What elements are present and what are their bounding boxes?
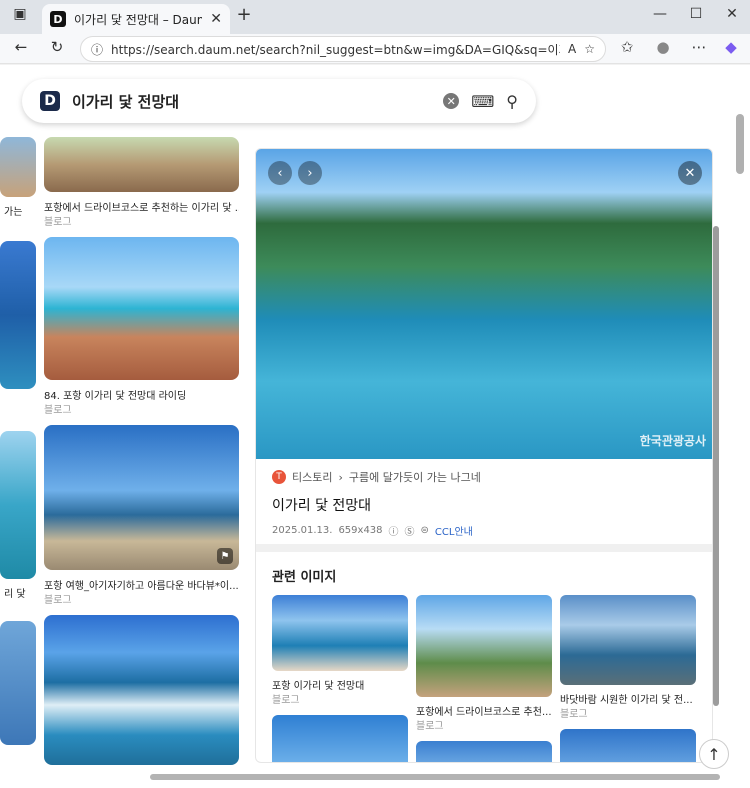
related-thumb[interactable] <box>560 595 696 685</box>
related-caption[interactable]: 포항 이가리 닻 전망대 <box>272 677 408 692</box>
image-title[interactable]: 이가리 닻 전망대 <box>272 495 692 515</box>
new-tab-icon[interactable]: + <box>234 4 254 25</box>
search-icon[interactable]: ⚲ <box>506 92 518 111</box>
daum-logo[interactable]: D <box>40 91 60 111</box>
image-detail-panel: ‹ › ✕ 한국관광공사 T 티스토리 › 구름에 달가듯이 가는 나그네 이가… <box>255 148 713 763</box>
profile-avatar[interactable]: ● <box>652 38 674 56</box>
back-icon[interactable]: ← <box>10 38 32 56</box>
grid-thumb-partial[interactable] <box>0 431 36 579</box>
related-thumb[interactable] <box>272 715 408 762</box>
grid-thumb[interactable] <box>44 615 239 765</box>
url-text: https://search.daum.net/search?nil_sugge… <box>111 42 560 57</box>
source-name[interactable]: 티스토리 <box>292 469 332 485</box>
grid-thumb[interactable]: ⚑ <box>44 425 239 570</box>
related-thumb[interactable] <box>416 741 552 762</box>
tab-bar: ▣ D 이가리 닻 전망대 – Daum 검색 ✕ + — ☐ ✕ <box>0 0 750 34</box>
close-window-icon[interactable]: ✕ <box>722 6 742 22</box>
panel-scrollbar[interactable] <box>712 148 720 763</box>
related-source: 블로그 <box>416 721 444 732</box>
close-panel-icon[interactable]: ✕ <box>678 161 702 185</box>
tab-title: 이가리 닻 전망대 – Daum 검색 <box>74 12 202 27</box>
grid-source: 블로그 <box>44 595 72 606</box>
grid-caption[interactable]: 포항 여행_아기자기하고 아름다운 바다뷰*이... <box>44 577 239 592</box>
related-caption[interactable]: 바닷바람 시원한 이가리 닻 전... <box>560 691 696 706</box>
search-bar[interactable]: D 이가리 닻 전망대 ✕ ⌨ ⚲ <box>22 79 536 123</box>
favorite-star-icon[interactable]: ☆ <box>584 42 595 56</box>
browser-tab[interactable]: D 이가리 닻 전망대 – Daum 검색 ✕ <box>42 4 230 34</box>
grid-thumb-partial[interactable] <box>0 621 36 745</box>
ccl-guide-link[interactable]: CCL안내 <box>435 523 473 538</box>
panel-scroll-thumb[interactable] <box>713 226 719 706</box>
search-input[interactable]: 이가리 닻 전망대 <box>72 91 431 112</box>
address-bar[interactable]: ⓘ https://search.daum.net/search?nil_sug… <box>80 36 606 62</box>
tab-actions-icon[interactable]: ▣ <box>10 6 30 22</box>
cc-by-icon: ⓘ <box>388 527 399 538</box>
info-icon[interactable]: ⓘ <box>91 41 103 58</box>
source-path[interactable]: 구름에 달가듯이 가는 나그네 <box>349 469 481 485</box>
daum-favicon-icon: D <box>50 11 66 27</box>
refresh-icon[interactable]: ↻ <box>46 38 68 56</box>
favorites-icon[interactable]: ✩ <box>616 38 638 56</box>
related-thumb[interactable] <box>416 595 552 697</box>
image-size: 659x438 <box>338 525 383 536</box>
grid-thumb[interactable] <box>44 237 239 380</box>
related-caption[interactable]: 포항에서 드라이브코스로 추천... <box>416 703 552 718</box>
scroll-top-button[interactable]: ↑ <box>699 739 729 769</box>
read-aloud-icon[interactable]: A <box>568 42 576 56</box>
cc-nd-icon: ⊜ <box>420 525 429 536</box>
horizontal-scrollbar[interactable] <box>150 774 720 780</box>
tistory-icon: T <box>272 470 286 484</box>
main-image[interactable]: ‹ › ✕ 한국관광공사 <box>256 149 712 459</box>
related-thumb[interactable] <box>272 595 408 671</box>
page-content: D 이가리 닻 전망대 ✕ ⌨ ⚲ 가는 리 닻 포항에서 드라이브코스로 추천… <box>0 65 750 788</box>
grid-caption-partial: 가는 <box>4 207 23 218</box>
related-heading: 관련 이미지 <box>272 570 337 585</box>
minimize-icon[interactable]: — <box>650 6 670 22</box>
grid-caption-partial: 리 닻 <box>4 589 26 600</box>
maximize-icon[interactable]: ☐ <box>686 6 706 22</box>
map-pin-icon[interactable]: ⚑ <box>217 548 233 564</box>
section-divider <box>256 544 712 552</box>
image-meta: 2025.01.13. 659x438 ⓘ Ⓢ ⊜ CCL안내 <box>272 523 692 538</box>
watermark: 한국관광공사 <box>639 434 706 448</box>
grid-source: 블로그 <box>44 217 72 228</box>
separator-chevron-icon: › <box>338 470 343 484</box>
grid-caption[interactable]: 포항에서 드라이브코스로 추천하는 이가리 닻 ... <box>44 199 239 214</box>
image-date: 2025.01.13. <box>272 525 333 536</box>
prev-image-icon[interactable]: ‹ <box>268 161 292 185</box>
copilot-icon[interactable]: ◆ <box>720 38 742 56</box>
grid-thumb-partial[interactable] <box>0 137 36 197</box>
related-thumb[interactable] <box>560 729 696 762</box>
grid-caption[interactable]: 84. 포항 이가리 닻 전망대 라이딩 <box>44 387 239 402</box>
browser-toolbar: ← ↻ ⓘ https://search.daum.net/search?nil… <box>0 34 750 64</box>
next-image-icon[interactable]: › <box>298 161 322 185</box>
image-info: T 티스토리 › 구름에 달가듯이 가는 나그네 이가리 닻 전망대 2025.… <box>272 469 692 538</box>
grid-thumb-partial[interactable] <box>0 241 36 389</box>
related-source: 블로그 <box>560 709 588 720</box>
close-tab-icon[interactable]: ✕ <box>210 11 222 27</box>
keyboard-icon[interactable]: ⌨ <box>471 92 494 111</box>
related-source: 블로그 <box>272 695 300 706</box>
page-scroll-thumb[interactable] <box>736 114 744 174</box>
more-menu-icon[interactable]: ⋯ <box>688 38 710 56</box>
image-grid: 가는 리 닻 포항에서 드라이브코스로 추천하는 이가리 닻 ... 블로그 8… <box>0 137 250 788</box>
grid-source: 블로그 <box>44 405 72 416</box>
source-line: T 티스토리 › 구름에 달가듯이 가는 나그네 <box>272 469 692 485</box>
grid-thumb[interactable] <box>44 137 239 192</box>
arrow-up-icon: ↑ <box>707 744 721 764</box>
cc-nc-icon: Ⓢ <box>404 527 415 538</box>
clear-search-icon[interactable]: ✕ <box>443 93 460 109</box>
